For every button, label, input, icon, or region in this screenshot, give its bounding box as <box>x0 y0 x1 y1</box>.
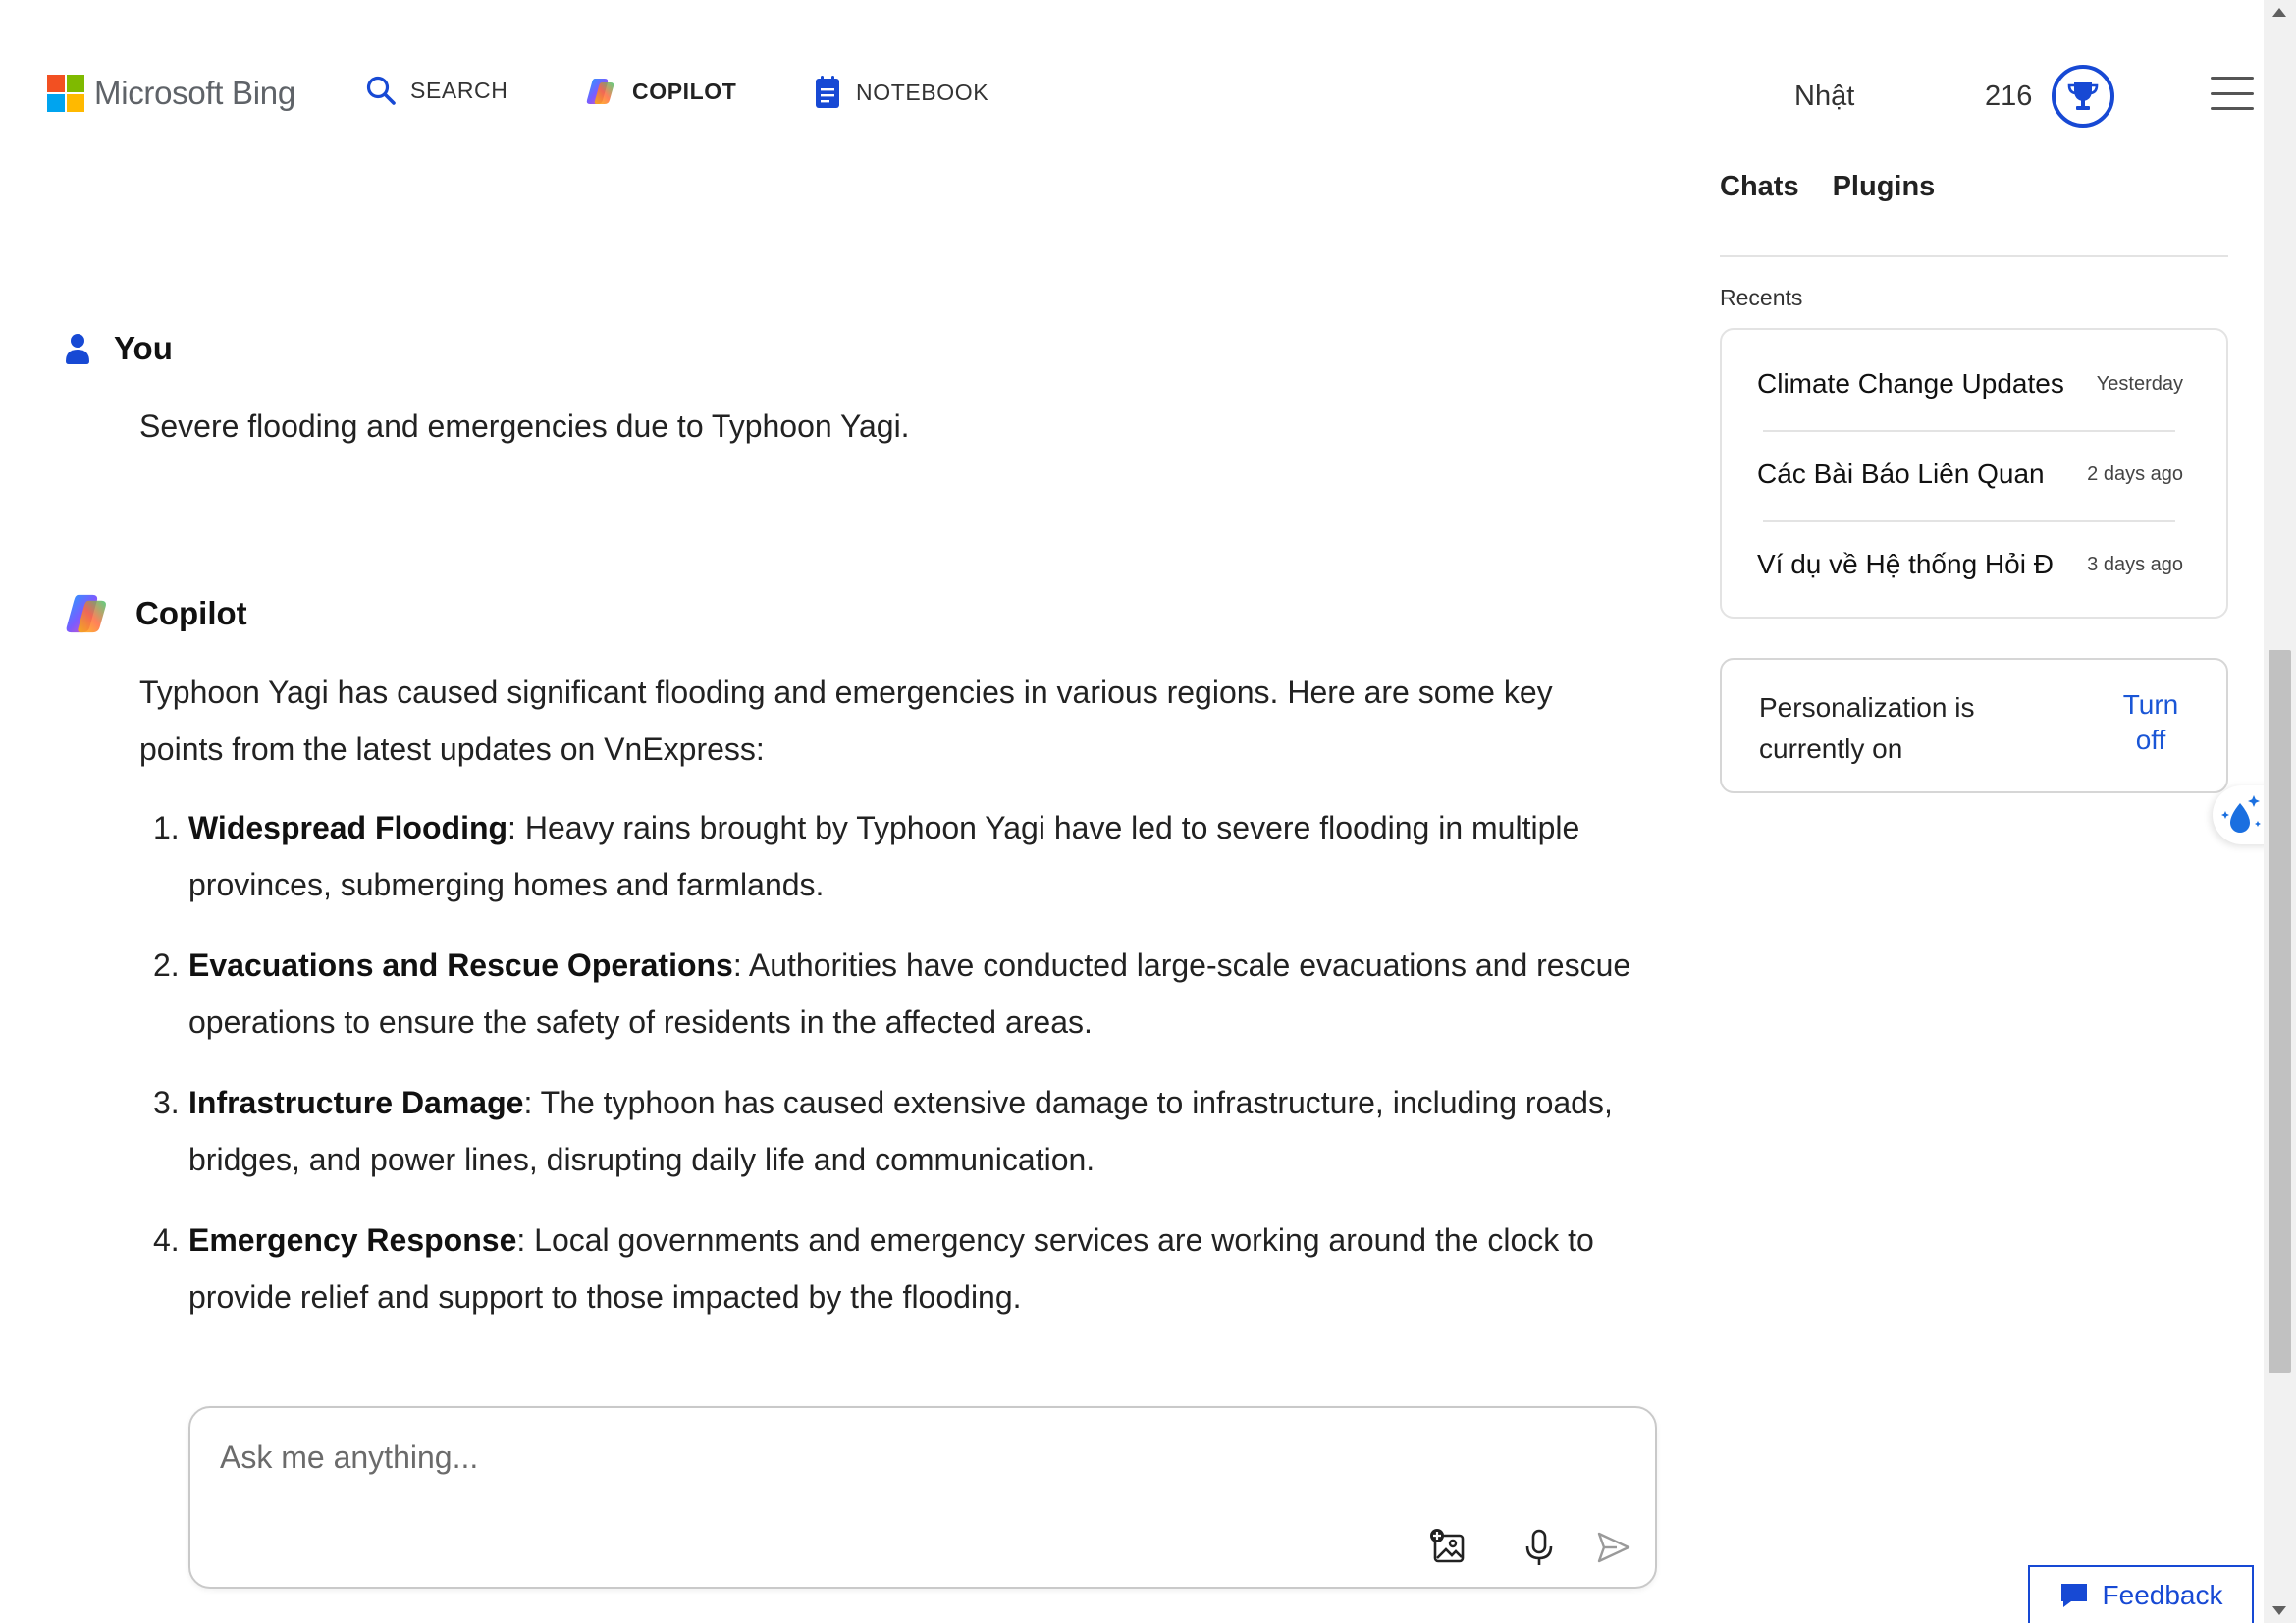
key-points-list: 1. Widespread Flooding: Heavy rains brou… <box>139 799 1631 1325</box>
send-button[interactable] <box>1590 1524 1637 1571</box>
microsoft-logo-icon <box>47 75 84 112</box>
chat-input[interactable] <box>220 1430 1594 1485</box>
personalization-card: Personalization is currently on Turn off <box>1720 658 2228 793</box>
list-item-number: 4. <box>153 1222 180 1258</box>
list-item: 1. Widespread Flooding: Heavy rains brou… <box>139 799 1631 913</box>
recent-chat-title: Climate Change Updates <box>1757 368 2064 399</box>
recent-chat-title: Ví dụ về Hệ thống Hỏi Đ <box>1757 549 2054 579</box>
microphone-button[interactable] <box>1516 1524 1563 1571</box>
nav-search-label: SEARCH <box>410 77 508 103</box>
nav-notebook-label: NOTEBOOK <box>856 79 989 105</box>
chat-input-box <box>188 1406 1657 1589</box>
nav-notebook[interactable]: NOTEBOOK <box>813 75 988 110</box>
copilot-avatar-icon <box>66 594 106 633</box>
user-avatar-icon <box>66 334 89 364</box>
copilot-icon <box>586 79 614 104</box>
list-item-number: 1. <box>153 810 180 845</box>
list-divider <box>1763 520 2175 522</box>
copilot-page: Microsoft Bing SEARCH COPILOT NOTEBOOK N… <box>0 0 2296 1623</box>
scroll-up-arrow-icon[interactable] <box>2272 8 2286 17</box>
recent-chat-item[interactable]: Climate Change Updates Yesterday <box>1757 352 2183 416</box>
brand-name: Microsoft Bing <box>94 75 295 111</box>
recents-list: Climate Change Updates Yesterday Các Bài… <box>1720 328 2228 619</box>
feedback-button[interactable]: Feedback <box>2028 1565 2254 1623</box>
sidebar-sparkle-button[interactable] <box>2213 785 2271 844</box>
nav-copilot[interactable]: COPILOT <box>585 75 736 108</box>
rewards-points[interactable]: 216 <box>1985 81 2032 113</box>
scrollbar-thumb[interactable] <box>2269 650 2291 1373</box>
menu-line <box>2211 107 2254 110</box>
list-item: 3. Infrastructure Damage: The typhoon ha… <box>139 1074 1631 1188</box>
list-item-title: Emergency Response <box>188 1222 517 1258</box>
search-icon <box>366 76 396 105</box>
list-item-title: Widespread Flooding <box>188 810 508 845</box>
user-message-header: You <box>63 330 173 367</box>
send-icon <box>1597 1532 1630 1563</box>
scroll-down-arrow-icon[interactable] <box>2272 1606 2286 1615</box>
page-scrollbar[interactable] <box>2264 0 2296 1623</box>
copilot-answer: Typhoon Yagi has caused significant floo… <box>139 664 1631 1349</box>
user-message-text: Severe flooding and emergencies due to T… <box>139 408 910 444</box>
list-item-number: 2. <box>153 947 180 983</box>
turn-off-label-line2: off <box>2135 725 2166 755</box>
recent-chat-time: Yesterday <box>2096 372 2183 395</box>
bing-logo[interactable]: Microsoft Bing <box>47 75 295 112</box>
personalization-status: Personalization is currently on <box>1759 692 1975 764</box>
user-author-name: You <box>114 330 173 366</box>
list-item-title: Evacuations and Rescue Operations <box>188 947 733 983</box>
microphone-icon <box>1525 1529 1553 1565</box>
list-item-number: 3. <box>153 1085 180 1120</box>
menu-button[interactable] <box>2211 77 2254 110</box>
trophy-icon <box>2067 82 2099 110</box>
recent-chat-title: Các Bài Báo Liên Quan <box>1757 459 2045 489</box>
menu-line <box>2211 77 2254 80</box>
recent-chat-item[interactable]: Ví dụ về Hệ thống Hỏi Đ 3 days ago <box>1757 532 2183 597</box>
nav-copilot-label: COPILOT <box>632 78 737 104</box>
notebook-icon <box>816 76 839 108</box>
tab-plugins[interactable]: Plugins <box>1833 171 1936 203</box>
turn-off-personalization-button[interactable]: Turn off <box>2087 687 2215 758</box>
add-image-button[interactable] <box>1425 1524 1472 1571</box>
list-divider <box>1763 430 2175 432</box>
turn-off-label-line1: Turn <box>2122 689 2179 720</box>
recents-heading: Recents <box>1720 285 1803 310</box>
recent-chat-time: 2 days ago <box>2087 462 2183 485</box>
sparkle-drop-icon <box>2221 795 2261 833</box>
list-item-title: Infrastructure Damage <box>188 1085 524 1120</box>
rewards-trophy-button[interactable] <box>2052 65 2114 128</box>
user-name[interactable]: Nhật <box>1794 81 1854 113</box>
copilot-message-header: Copilot <box>63 589 247 638</box>
add-image-icon <box>1430 1529 1465 1563</box>
panel-tabs: Chats Plugins <box>1720 171 1935 203</box>
feedback-label: Feedback <box>2102 1579 2223 1610</box>
nav-search[interactable]: SEARCH <box>365 75 507 106</box>
list-item: 4. Emergency Response: Local governments… <box>139 1212 1631 1325</box>
tab-chats[interactable]: Chats <box>1720 171 1799 203</box>
recent-chat-time: 3 days ago <box>2087 553 2183 575</box>
menu-line <box>2211 91 2254 95</box>
list-item: 2. Evacuations and Rescue Operations: Au… <box>139 937 1631 1051</box>
feedback-icon <box>2060 1583 2087 1607</box>
copilot-author-name: Copilot <box>135 595 247 631</box>
answer-intro: Typhoon Yagi has caused significant floo… <box>139 675 1553 767</box>
recent-chat-item[interactable]: Các Bài Báo Liên Quan 2 days ago <box>1757 442 2183 507</box>
panel-divider <box>1720 255 2228 257</box>
